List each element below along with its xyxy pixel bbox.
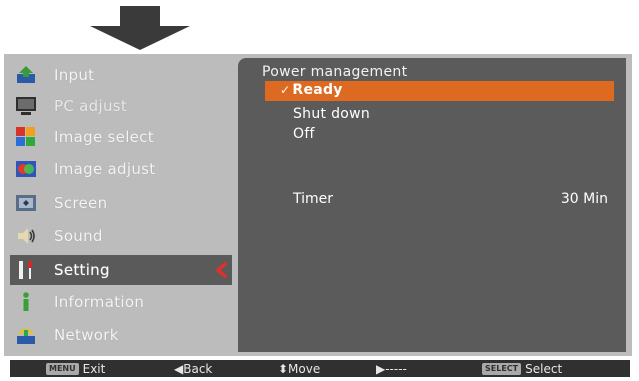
menu-item-label: Screen xyxy=(54,194,108,212)
option-label: Shut down xyxy=(293,106,371,122)
input-icon xyxy=(14,63,38,87)
menu-item-screen[interactable]: Screen xyxy=(10,188,232,218)
left-menu: Input PC adjust Image select Image adjus… xyxy=(10,58,232,352)
menu-item-label: Network xyxy=(54,326,119,344)
timer-value[interactable]: 30 Min xyxy=(561,191,608,207)
setting-icon xyxy=(14,258,38,282)
check-icon: ✓ xyxy=(280,83,291,97)
image-adjust-icon xyxy=(14,157,38,181)
menu-item-label: Input xyxy=(54,66,95,84)
back-label: ◀Back xyxy=(174,361,213,376)
menu-item-image-adjust[interactable]: Image adjust xyxy=(10,154,232,184)
menu-item-setting[interactable]: Setting xyxy=(10,255,232,285)
menu-item-network[interactable]: Network xyxy=(10,320,232,350)
option-label: Ready xyxy=(292,82,343,98)
speaker-icon xyxy=(14,224,38,248)
menu-key-icon: MENU xyxy=(46,362,79,375)
network-icon xyxy=(14,323,38,347)
power-management-panel: Power management ✓ Ready Shut down Off Ti… xyxy=(238,58,626,352)
panel-title: Power management xyxy=(262,64,408,80)
menu-item-label: Image adjust xyxy=(54,160,156,178)
option-off[interactable]: Off xyxy=(293,126,315,142)
select-hint[interactable]: SELECT Select xyxy=(482,360,562,377)
menu-item-pc-adjust[interactable]: PC adjust xyxy=(10,91,232,121)
option-label: Off xyxy=(293,126,315,142)
menu-item-label: Image select xyxy=(54,128,154,146)
right-label: ▶----- xyxy=(376,361,407,376)
menu-item-information[interactable]: Information xyxy=(10,287,232,317)
option-ready[interactable]: ✓ Ready xyxy=(280,82,343,98)
screen-icon xyxy=(14,191,38,215)
menu-item-label: Information xyxy=(54,293,145,311)
exit-hint[interactable]: MENU Exit xyxy=(46,360,105,377)
menu-item-image-select[interactable]: Image select xyxy=(10,122,232,152)
menu-item-label: Setting xyxy=(54,261,110,279)
option-shut-down[interactable]: Shut down xyxy=(293,106,370,122)
key-guide-bar: MENU Exit ◀Back ⬍Move ▶----- SELECT Select xyxy=(10,360,630,377)
monitor-icon xyxy=(14,94,38,118)
image-select-icon xyxy=(14,125,38,149)
move-label: ⬍Move xyxy=(278,361,321,376)
menu-item-input[interactable]: Input xyxy=(10,60,232,90)
info-icon xyxy=(14,290,38,314)
right-hint: ▶----- xyxy=(376,360,407,377)
chevron-left-icon xyxy=(216,262,227,278)
down-arrow-icon xyxy=(90,6,190,50)
move-hint: ⬍Move xyxy=(278,360,320,377)
exit-label: Exit xyxy=(82,361,106,376)
menu-item-label: Sound xyxy=(54,227,103,245)
timer-label[interactable]: Timer xyxy=(293,191,333,207)
menu-item-sound[interactable]: Sound xyxy=(10,221,232,251)
menu-item-label: PC adjust xyxy=(54,97,128,115)
select-key-icon: SELECT xyxy=(482,362,522,375)
select-label: Select xyxy=(525,361,563,376)
back-hint[interactable]: ◀Back xyxy=(174,360,212,377)
